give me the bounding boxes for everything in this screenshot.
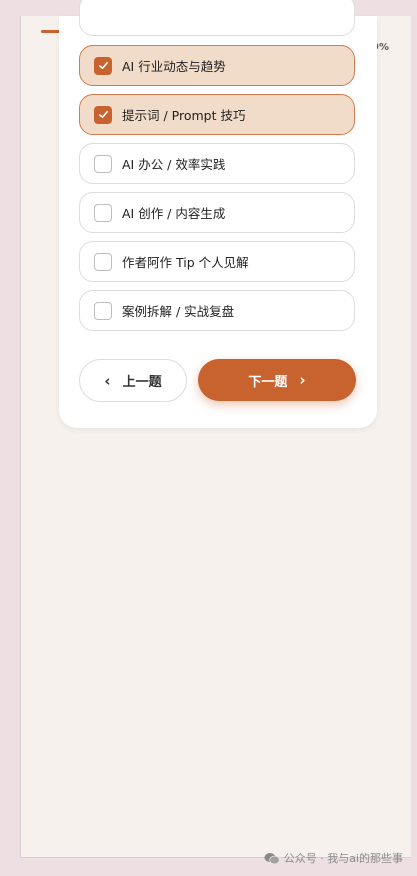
option-label: AI 创作 / 内容生成: [122, 206, 226, 221]
prev-button[interactable]: ‹ 上一题: [79, 359, 187, 402]
option-ai-industry[interactable]: AI 行业动态与趋势: [79, 45, 355, 86]
watermark: 公众号 · 我与ai的那些事: [264, 850, 403, 866]
next-button[interactable]: 下一题 ›: [198, 359, 356, 401]
option-label: 提示词 / Prompt 技巧: [122, 108, 246, 123]
wechat-icon: [264, 852, 280, 864]
option-creation[interactable]: AI 创作 / 内容生成: [79, 192, 355, 233]
checkbox-icon[interactable]: [94, 203, 112, 222]
checkbox-icon[interactable]: [94, 301, 112, 320]
watermark-text: 公众号 · 我与ai的那些事: [283, 852, 403, 865]
checkbox-icon[interactable]: [94, 252, 112, 271]
checkbox-checked-icon[interactable]: [94, 56, 112, 75]
checkbox-checked-icon[interactable]: [94, 105, 112, 124]
option-label: AI 办公 / 效率实践: [122, 157, 226, 172]
option-label: AI 行业动态与趋势: [122, 59, 226, 74]
chevron-left-icon: ‹: [104, 371, 111, 390]
page-background: 29% AI 行业动态与趋势 提示词 / Prompt 技巧 AI 办公 / 效…: [20, 0, 411, 858]
option-author-tip[interactable]: 作者阿作 Tip 个人见解: [79, 241, 355, 282]
option-office[interactable]: AI 办公 / 效率实践: [79, 143, 355, 184]
option-label: 作者阿作 Tip 个人见解: [122, 255, 249, 270]
option-prompt[interactable]: 提示词 / Prompt 技巧: [79, 94, 355, 135]
prev-label: 上一题: [122, 375, 162, 390]
checkbox-icon[interactable]: [94, 154, 112, 173]
question-card: AI 行业动态与趋势 提示词 / Prompt 技巧 AI 办公 / 效率实践 …: [59, 0, 377, 428]
option-case-study[interactable]: 案例拆解 / 实战复盘: [79, 290, 355, 331]
option-label: 案例拆解 / 实战复盘: [122, 304, 235, 319]
chevron-right-icon: ›: [299, 371, 306, 389]
option-partial[interactable]: [79, 0, 355, 36]
next-label: 下一题: [248, 374, 288, 390]
